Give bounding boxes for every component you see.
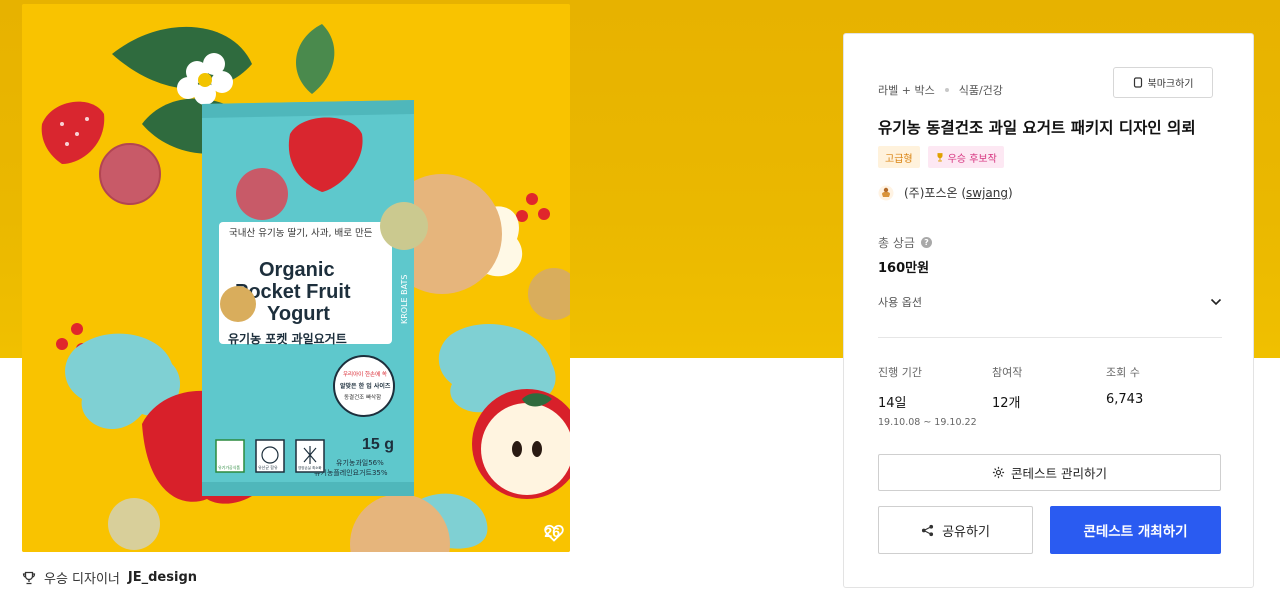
breadcrumb-item-category[interactable]: 라벨 + 박스: [878, 82, 935, 98]
svg-text:알맞은 한 입 사이즈: 알맞은 한 입 사이즈: [340, 382, 391, 390]
contest-info-panel: 라벨 + 박스 식품/건강 북마크하기 유기농 동결건조 과일 요거트 패키지 …: [843, 33, 1254, 588]
badge-group: 고급형 우승 후보작: [878, 146, 1004, 168]
breadcrumb-separator: [944, 88, 949, 92]
trophy-icon: [937, 153, 943, 162]
svg-text:Organic: Organic: [259, 259, 335, 281]
svg-text:우리아이 한손에 쏙: 우리아이 한손에 쏙: [343, 370, 387, 378]
contest-stats: 진행 기간 14일 19.10.08 ~ 19.10.22 참여작 12개 조회…: [878, 364, 1222, 428]
svg-text:유기농플레인요거트35%: 유기농플레인요거트35%: [314, 468, 388, 477]
usage-label: 사용 옵션: [878, 296, 922, 309]
chevron-down-icon: [1210, 298, 1222, 306]
stat-period: 진행 기간 14일 19.10.08 ~ 19.10.22: [878, 366, 977, 428]
stat-entries: 참여작 12개: [992, 366, 1023, 411]
svg-text:15 g: 15 g: [362, 436, 394, 453]
manage-label: 콘테스트 관리하기: [1011, 466, 1107, 481]
svg-text:영양손실 최소화: 영양손실 최소화: [298, 465, 322, 470]
prize-value: 160만원: [878, 261, 930, 276]
host-username[interactable]: swjang: [966, 186, 1008, 200]
manage-contest-button[interactable]: 콘테스트 관리하기: [878, 454, 1221, 491]
heart-icon: [544, 524, 565, 542]
bookmark-label: 북마크하기: [1147, 79, 1194, 90]
trophy-icon: [22, 571, 36, 584]
winning-designer: 우승 디자이너 JE_design: [22, 568, 197, 587]
host-info: (주)포스온 (swjang): [878, 184, 1013, 201]
gear-icon: [992, 466, 1005, 479]
host-company: (주)포스온 (swjang): [904, 186, 1013, 200]
like-counter[interactable]: 26: [544, 524, 565, 542]
bookmark-icon: [1133, 77, 1142, 88]
package-headline: 국내산 유기농 딸기, 사과, 배로 만든: [229, 227, 373, 239]
bookmark-button[interactable]: 북마크하기: [1113, 67, 1213, 98]
host-contest-button[interactable]: 콘테스트 개최하기: [1050, 506, 1221, 554]
host-avatar: [878, 185, 894, 200]
svg-text:유기농 포켓 과일요거트: 유기농 포켓 과일요거트: [228, 331, 347, 346]
svg-text:동결건조 빠삭함: 동결건조 빠삭함: [344, 393, 381, 401]
breadcrumb-item-subcategory[interactable]: 식품/건강: [959, 82, 1003, 98]
usage-options-toggle[interactable]: 사용 옵션: [878, 290, 1222, 314]
svg-text:KROLE BATS: KROLE BATS: [400, 275, 409, 324]
candidate-badge: 우승 후보작: [927, 146, 1004, 168]
winner-name[interactable]: JE_design: [128, 570, 197, 585]
package-illustration: 국내산 유기농 딸기, 사과, 배로 만든 Organic Pocket Fru…: [22, 4, 570, 552]
breadcrumb: 라벨 + 박스 식품/건강: [878, 82, 1003, 98]
stat-views: 조회 수 6,743: [1106, 366, 1144, 407]
winner-prefix: 우승 디자이너: [44, 572, 120, 587]
svg-text:유기농과일56%: 유기농과일56%: [336, 458, 384, 467]
grade-badge: 고급형: [878, 146, 920, 168]
candidate-label: 우승 후보작: [947, 153, 997, 165]
share-button[interactable]: 공유하기: [878, 506, 1033, 554]
divider: [878, 337, 1222, 338]
svg-text:유산균 함유: 유산균 함유: [258, 464, 278, 470]
svg-text:Yogurt: Yogurt: [267, 303, 330, 325]
contest-title: 유기농 동결건조 과일 요거트 패키지 디자인 의뢰: [878, 119, 1196, 137]
question-icon[interactable]: ?: [920, 237, 932, 248]
share-label: 공유하기: [942, 524, 990, 540]
contest-winning-image[interactable]: 국내산 유기농 딸기, 사과, 배로 만든 Organic Pocket Fru…: [22, 4, 570, 552]
prize-label: 총 상금 ?: [878, 234, 932, 251]
share-icon: [922, 524, 934, 536]
svg-text:유기가공식품: 유기가공식품: [218, 464, 240, 470]
